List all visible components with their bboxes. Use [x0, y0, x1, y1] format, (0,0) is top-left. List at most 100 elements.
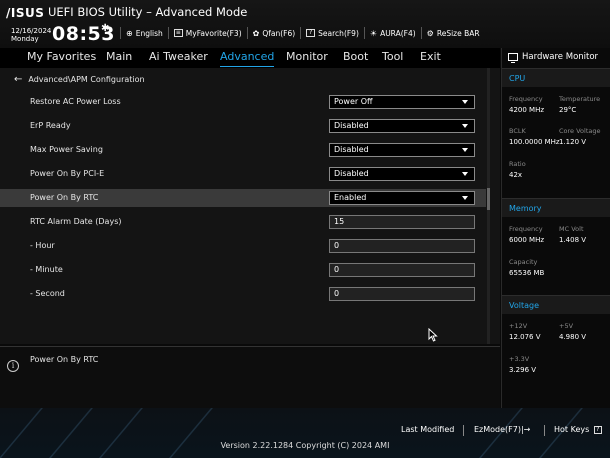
setting-label: RTC Alarm Date (Days) [30, 217, 122, 226]
scrollbar[interactable] [487, 68, 490, 344]
asus-logo: /ISUS [6, 6, 45, 20]
setting-label: Restore AC Power Loss [30, 97, 121, 106]
voltage-section-header: Voltage [502, 295, 610, 314]
max-power-saving-select[interactable]: Disabled [329, 143, 475, 157]
v33-value: 3.296 V [509, 366, 537, 374]
setting-row-max-power-saving[interactable]: Max Power Saving Disabled [0, 141, 486, 159]
page-title: UEFI BIOS Utility – Advanced Mode [48, 5, 248, 19]
cpu-frequency-label: Frequency [509, 95, 543, 103]
scroll-thumb[interactable] [487, 188, 490, 210]
monitor-icon [508, 53, 518, 63]
tab-exit[interactable]: Exit [420, 48, 441, 68]
footer: Last Modified EzMode(F7)|→ Hot Keys ? [0, 408, 610, 458]
memory-frequency-value: 6000 MHz [509, 236, 545, 244]
ratio-value: 42x [509, 171, 523, 179]
aura-button[interactable]: ☀ AURA(F4) [363, 27, 421, 39]
help-text: Power On By RTC [30, 355, 99, 364]
v33-label: +3.3V [509, 355, 530, 363]
day-text: Monday [11, 35, 39, 43]
hardware-monitor: Hardware Monitor CPU Frequency 4200 MHz … [501, 48, 610, 408]
v12-value: 12.076 V [509, 333, 541, 341]
setting-row-minute[interactable]: - Minute 0 [0, 261, 486, 279]
myfavorite-label: MyFavorite(F3) [185, 28, 242, 38]
mc-volt-label: MC Volt [559, 225, 584, 233]
rtc-alarm-date-input[interactable]: 15 [329, 215, 475, 229]
dropdown-caret-icon [462, 100, 468, 104]
select-value: Disabled [334, 121, 369, 130]
back-arrow-icon[interactable]: ← [14, 74, 22, 85]
select-value: Power Off [334, 97, 373, 106]
language-button[interactable]: ⊕ English [120, 27, 168, 39]
memory-section-header: Memory [502, 198, 610, 217]
date-display: 12/16/2024 Monday [11, 27, 51, 43]
setting-row-rtc-alarm-date[interactable]: RTC Alarm Date (Days) 15 [0, 213, 486, 231]
hot-keys-button[interactable]: Hot Keys ? [554, 425, 602, 434]
tab-my-favorites[interactable]: My Favorites [27, 48, 96, 68]
footer-decoration [49, 408, 93, 458]
setting-label: - Hour [30, 241, 55, 250]
core-voltage-value: 1.120 V [559, 138, 587, 146]
select-value: Disabled [334, 169, 369, 178]
myfavorite-button[interactable]: ≡ MyFavorite(F3) [167, 27, 247, 39]
setting-row-power-on-by-pcie[interactable]: Power On By PCI-E Disabled [0, 165, 486, 183]
footer-separator [463, 425, 464, 436]
setting-row-restore-ac-power-loss[interactable]: Restore AC Power Loss Power Off [0, 93, 486, 111]
v12-label: +12V [509, 322, 528, 330]
power-on-by-pcie-select[interactable]: Disabled [329, 167, 475, 181]
hour-input[interactable]: 0 [329, 239, 475, 253]
power-on-by-rtc-select[interactable]: Enabled [329, 191, 475, 205]
dropdown-caret-icon [462, 148, 468, 152]
last-modified-button[interactable]: Last Modified [401, 425, 454, 434]
v5-value: 4.980 V [559, 333, 587, 341]
second-input[interactable]: 0 [329, 287, 475, 301]
search-label: Search(F9) [318, 28, 359, 38]
footer-separator [544, 425, 545, 436]
help-key-icon: ? [593, 425, 602, 434]
footer-decoration [0, 408, 43, 458]
mc-volt-value: 1.408 V [559, 236, 587, 244]
search-button[interactable]: ? Search(F9) [300, 27, 364, 39]
setting-label: Power On By PCI-E [30, 169, 105, 178]
search-icon: ? [306, 29, 316, 37]
tab-tool[interactable]: Tool [382, 48, 403, 68]
mouse-cursor-icon [428, 328, 438, 342]
resize-bar-button[interactable]: ⚙ ReSize BAR [420, 27, 485, 39]
tab-advanced[interactable]: Advanced [220, 48, 275, 68]
setting-row-power-on-by-rtc[interactable]: Power On By RTC Enabled [0, 189, 486, 207]
bclk-label: BCLK [509, 127, 526, 135]
voltage-heading: Voltage [509, 301, 540, 310]
gear-icon[interactable]: ✱ [101, 23, 109, 34]
globe-icon: ⊕ [126, 28, 133, 38]
dropdown-caret-icon [462, 124, 468, 128]
tab-ai-tweaker[interactable]: Ai Tweaker [149, 48, 208, 68]
ratio-label: Ratio [509, 160, 526, 168]
setting-row-hour[interactable]: - Hour 0 [0, 237, 486, 255]
setting-row-second[interactable]: - Second 0 [0, 285, 486, 303]
bclk-value: 100.0000 MHz [509, 138, 560, 146]
aura-label: AURA(F4) [380, 28, 416, 38]
minute-input[interactable]: 0 [329, 263, 475, 277]
qfan-button[interactable]: ✿ Qfan(F6) [246, 27, 301, 39]
resize-bar-icon: ⚙ [426, 28, 434, 38]
language-label: English [135, 28, 163, 38]
ezmode-button[interactable]: EzMode(F7)|→ [474, 425, 530, 434]
help-panel: i Power On By RTC [0, 346, 500, 408]
tab-monitor[interactable]: Monitor [286, 48, 328, 68]
qfan-label: Qfan(F6) [262, 28, 296, 38]
dropdown-caret-icon [462, 196, 468, 200]
setting-label: - Second [30, 289, 65, 298]
erp-ready-select[interactable]: Disabled [329, 119, 475, 133]
setting-label: - Minute [30, 265, 63, 274]
select-value: Enabled [334, 193, 367, 202]
tab-main[interactable]: Main [106, 48, 132, 68]
setting-row-erp-ready[interactable]: ErP Ready Disabled [0, 117, 486, 135]
cpu-frequency-value: 4200 MHz [509, 106, 545, 114]
restore-ac-power-loss-select[interactable]: Power Off [329, 95, 475, 109]
setting-label: Power On By RTC [30, 193, 99, 202]
tab-boot[interactable]: Boot [343, 48, 368, 68]
hardware-monitor-title: Hardware Monitor [508, 52, 598, 63]
toolbar: ⊕ English ≡ MyFavorite(F3) ✿ Qfan(F6) ? … [120, 27, 485, 39]
cpu-section-header: CPU [502, 68, 610, 87]
cpu-temperature-label: Temperature [559, 95, 601, 103]
core-voltage-label: Core Voltage [559, 127, 601, 135]
